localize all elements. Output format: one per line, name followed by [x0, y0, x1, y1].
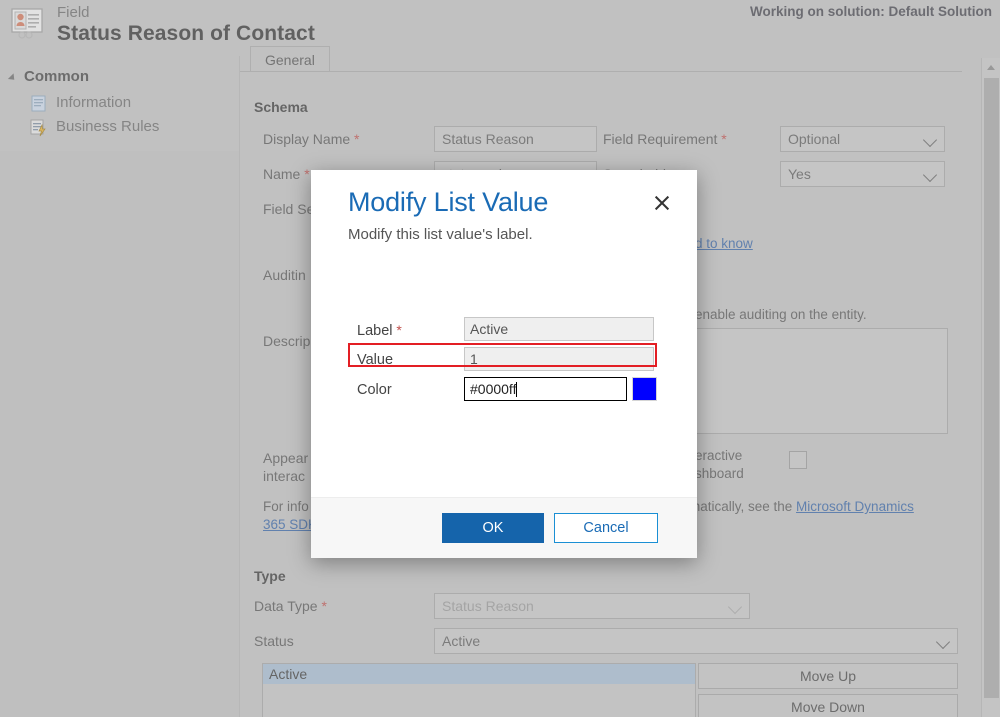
ok-button[interactable]: OK [442, 513, 544, 543]
dialog-title: Modify List Value [348, 187, 548, 218]
label-field-label-text: Label [357, 323, 392, 339]
dialog-footer: OK Cancel [311, 497, 697, 558]
label-input[interactable]: Active [464, 317, 654, 341]
value-input[interactable]: 1 [464, 347, 654, 371]
required-asterisk: * [392, 322, 401, 338]
cancel-button[interactable]: Cancel [554, 513, 658, 543]
close-icon[interactable] [651, 192, 673, 214]
value-field-label: Value [357, 352, 393, 368]
color-input-value: #0000ff [470, 381, 516, 397]
dialog-subtitle: Modify this list value's label. [348, 226, 533, 243]
color-swatch[interactable] [632, 377, 657, 401]
modify-list-value-dialog: Modify List Value Modify this list value… [311, 170, 697, 558]
text-cursor [516, 382, 517, 397]
label-field-label: Label * [357, 322, 402, 339]
application-window: Field Status Reason of Contact Working o… [0, 0, 1000, 717]
color-input[interactable]: #0000ff [464, 377, 627, 401]
color-field-label: Color [357, 382, 392, 398]
